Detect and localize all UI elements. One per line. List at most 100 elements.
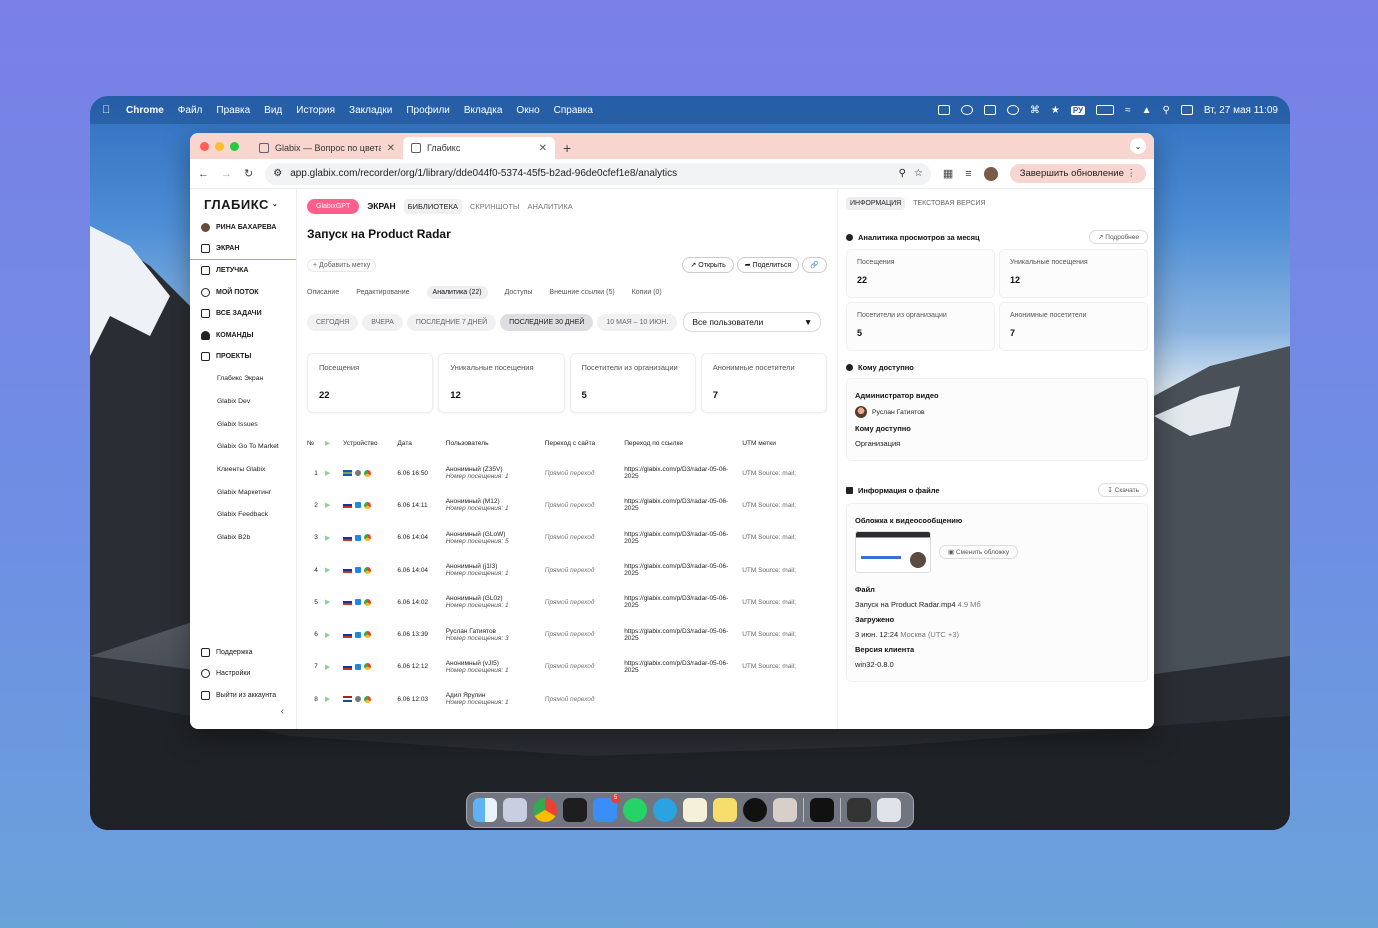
minimize-window-button[interactable]: [215, 141, 224, 151]
chrome-icon[interactable]: [533, 798, 557, 822]
menu-file[interactable]: Файл: [178, 105, 203, 116]
telegram-icon[interactable]: [653, 798, 677, 822]
project-item[interactable]: Клиенты Glabix: [190, 458, 296, 481]
project-item[interactable]: Glabix B2b: [190, 526, 296, 549]
link-cell[interactable]: https://glabix.com/p/D3/radar-05-06-2025: [624, 651, 742, 683]
eject-icon[interactable]: ▲: [1142, 105, 1152, 116]
sidebar-item-support[interactable]: Поддержка: [190, 642, 296, 664]
whatsapp-icon[interactable]: [623, 798, 647, 822]
period-yesterday[interactable]: ВЧЕРА: [362, 313, 403, 331]
play-recording-icon[interactable]: ▶: [325, 457, 343, 489]
finder-icon[interactable]: [473, 798, 497, 822]
tab-analytics[interactable]: Аналитика (22): [426, 286, 488, 299]
trash-icon[interactable]: [877, 798, 901, 822]
open-button[interactable]: ↗ Открыть: [682, 257, 734, 273]
menu-window[interactable]: Окно: [516, 105, 539, 116]
project-item[interactable]: Glabix Go To Market: [190, 436, 296, 459]
terminal-icon[interactable]: [810, 798, 834, 822]
project-item[interactable]: Glabix Dev: [190, 390, 296, 413]
wifi-icon[interactable]: ≈: [1125, 105, 1131, 116]
link-cell[interactable]: https://glabix.com/p/D3/radar-05-06-2025: [624, 522, 742, 554]
spotlight-search-icon[interactable]: ⚲: [1162, 105, 1169, 116]
menu-help[interactable]: Справка: [554, 105, 593, 116]
apple-icon[interactable]: : [102, 104, 112, 116]
zoom-window-button[interactable]: [230, 141, 239, 151]
link-cell[interactable]: https://glabix.com/p/D3/radar-05-06-2025: [624, 586, 742, 618]
site-info-icon[interactable]: ⚙: [273, 168, 282, 179]
extensions-puzzle-icon[interactable]: ▦: [943, 167, 953, 180]
menu-bookmarks[interactable]: Закладки: [349, 105, 392, 116]
tab-external-links[interactable]: Внешние ссылки (5): [549, 289, 614, 296]
user-filter-select[interactable]: Все пользователи ▼: [683, 312, 822, 332]
cover-thumbnail[interactable]: [855, 531, 931, 573]
bluetooth-icon[interactable]: ★: [1051, 105, 1060, 116]
table-row[interactable]: 8 ▶ 6.06 12:03 Адил Ярулин Номер посещения: …: [307, 683, 827, 715]
project-item[interactable]: Glabix Feedback: [190, 504, 296, 527]
play-icon[interactable]: [1006, 105, 1019, 115]
menubar-clock[interactable]: Вт, 27 мая 11:09: [1204, 105, 1278, 116]
sidebar-item-logout[interactable]: Выйти из аккаунта: [190, 685, 296, 707]
play-recording-icon[interactable]: ▶: [325, 489, 343, 521]
play-recording-icon[interactable]: ▶: [325, 683, 343, 715]
back-arrow-icon[interactable]: ←: [198, 168, 209, 180]
reload-icon[interactable]: ↻: [244, 167, 253, 180]
nav-screen[interactable]: ЭКРАН: [367, 201, 395, 211]
new-tab-button[interactable]: +: [563, 140, 571, 156]
sidebar-item-teams[interactable]: КОМАНДЫ: [190, 325, 296, 347]
collapse-sidebar-chevron-icon[interactable]: ‹: [190, 706, 296, 717]
details-button[interactable]: ↗ Подробнее: [1089, 230, 1148, 244]
link-cell[interactable]: https://glabix.com/p/D3/radar-05-06-2025: [624, 554, 742, 586]
copy-link-button[interactable]: 🔗: [802, 257, 827, 273]
table-row[interactable]: 7 ▶ 6.06 12:12 Анонимный (vJI5) Номер посеще…: [307, 651, 827, 683]
link-cell[interactable]: https://glabix.com/p/D3/radar-05-06-2025: [624, 489, 742, 521]
period-30-days[interactable]: ПОСЛЕДНИЕ 30 ДНЕЙ: [500, 313, 594, 331]
table-row[interactable]: 1 ▶ 6.06 16:50 Анонимный (Z35V) Номер посеще…: [307, 457, 827, 489]
menu-app-name[interactable]: Chrome: [126, 105, 164, 116]
menu-edit[interactable]: Правка: [216, 105, 250, 116]
tab-editing[interactable]: Редактирование: [356, 289, 409, 296]
sidebar-item-stream[interactable]: МОЙ ПОТОК: [190, 282, 296, 304]
address-bar[interactable]: ⚙ app.glabix.com/recorder/org/1/library/…: [265, 162, 931, 185]
play-recording-icon[interactable]: ▶: [325, 651, 343, 683]
period-custom-range[interactable]: 10 МАЯ – 10 ИЮН.: [597, 313, 678, 331]
preview-icon[interactable]: [773, 798, 797, 822]
table-row[interactable]: 2 ▶ 6.06 14:11 Анонимный (M12) Номер посещен…: [307, 489, 827, 521]
table-row[interactable]: 4 ▶ 6.06 14:04 Анонимный (j1I3) Номер посеще…: [307, 554, 827, 586]
sidebar-item-tasks[interactable]: ВСЕ ЗАДАЧИ: [190, 303, 296, 325]
nav-library[interactable]: БИБЛИОТЕКА: [403, 198, 463, 214]
finish-update-button[interactable]: Завершить обновление ⋮: [1009, 164, 1146, 183]
tab-info[interactable]: ИНФОРМАЦИЯ: [846, 196, 906, 210]
project-item[interactable]: Glabix Маркетинг: [190, 481, 296, 504]
notes-icon[interactable]: [683, 798, 707, 822]
close-tab-icon[interactable]: ✕: [539, 143, 547, 154]
close-window-button[interactable]: [200, 141, 209, 151]
glabix-logo[interactable]: ГЛАБИКС ⌄: [190, 195, 296, 213]
sidebar-item-projects[interactable]: ПРОЕКТЫ: [190, 346, 296, 368]
mail-icon[interactable]: 5: [593, 794, 620, 822]
screen-record-icon[interactable]: [937, 105, 950, 115]
menu-profiles[interactable]: Профили: [406, 105, 450, 116]
play-recording-icon[interactable]: ▶: [325, 586, 343, 618]
nav-screenshots[interactable]: СКРИНШОТЫ: [470, 202, 520, 211]
cloud-icon[interactable]: [960, 105, 973, 115]
period-7-days[interactable]: ПОСЛЕДНИЕ 7 ДНЕЙ: [406, 313, 497, 331]
sidebar-user[interactable]: РИНА БАХАРЕВА: [190, 217, 296, 239]
bookmark-star-icon[interactable]: ☆: [914, 168, 923, 179]
menu-history[interactable]: История: [296, 105, 335, 116]
glabix-gpt-button[interactable]: GlabixGPT: [307, 198, 360, 214]
play-recording-icon[interactable]: ▶: [325, 618, 343, 650]
stickies-icon[interactable]: [713, 798, 737, 822]
add-tag-button[interactable]: + Добавить метку: [307, 258, 377, 272]
launchpad-icon[interactable]: [503, 798, 527, 822]
link-cell[interactable]: [624, 683, 742, 715]
control-center-icon[interactable]: [1180, 105, 1193, 115]
chevron-down-icon[interactable]: ⌄: [272, 200, 278, 208]
profile-avatar[interactable]: [983, 166, 998, 181]
period-today[interactable]: СЕГОДНЯ: [307, 313, 359, 331]
play-recording-icon[interactable]: ▶: [325, 522, 343, 554]
downloads-stack-icon[interactable]: [847, 798, 871, 822]
nav-analytics[interactable]: АНАЛИТИКА: [528, 202, 573, 211]
project-item[interactable]: Glabix Issues: [190, 413, 296, 436]
link-cell[interactable]: https://glabix.com/p/D3/radar-05-06-2025: [624, 457, 742, 489]
airdrop-icon[interactable]: ⌘: [1030, 105, 1040, 116]
